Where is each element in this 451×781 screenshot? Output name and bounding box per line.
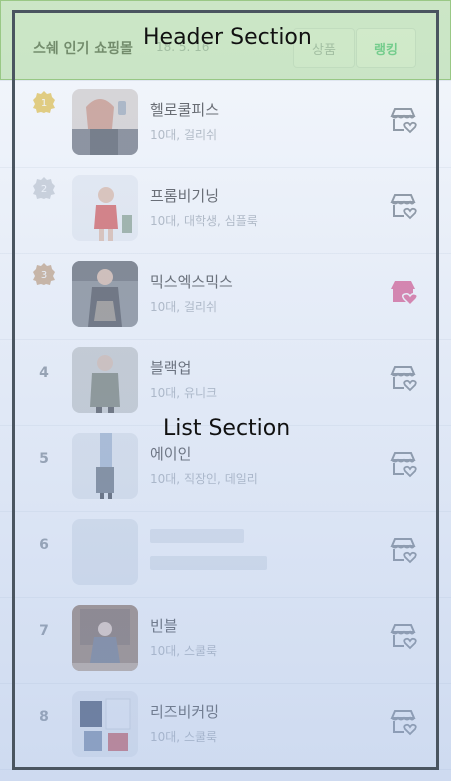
header-section-label: Header Section [143,25,312,50]
list-section-label: List Section [163,416,291,441]
list-section-highlight [12,10,439,770]
